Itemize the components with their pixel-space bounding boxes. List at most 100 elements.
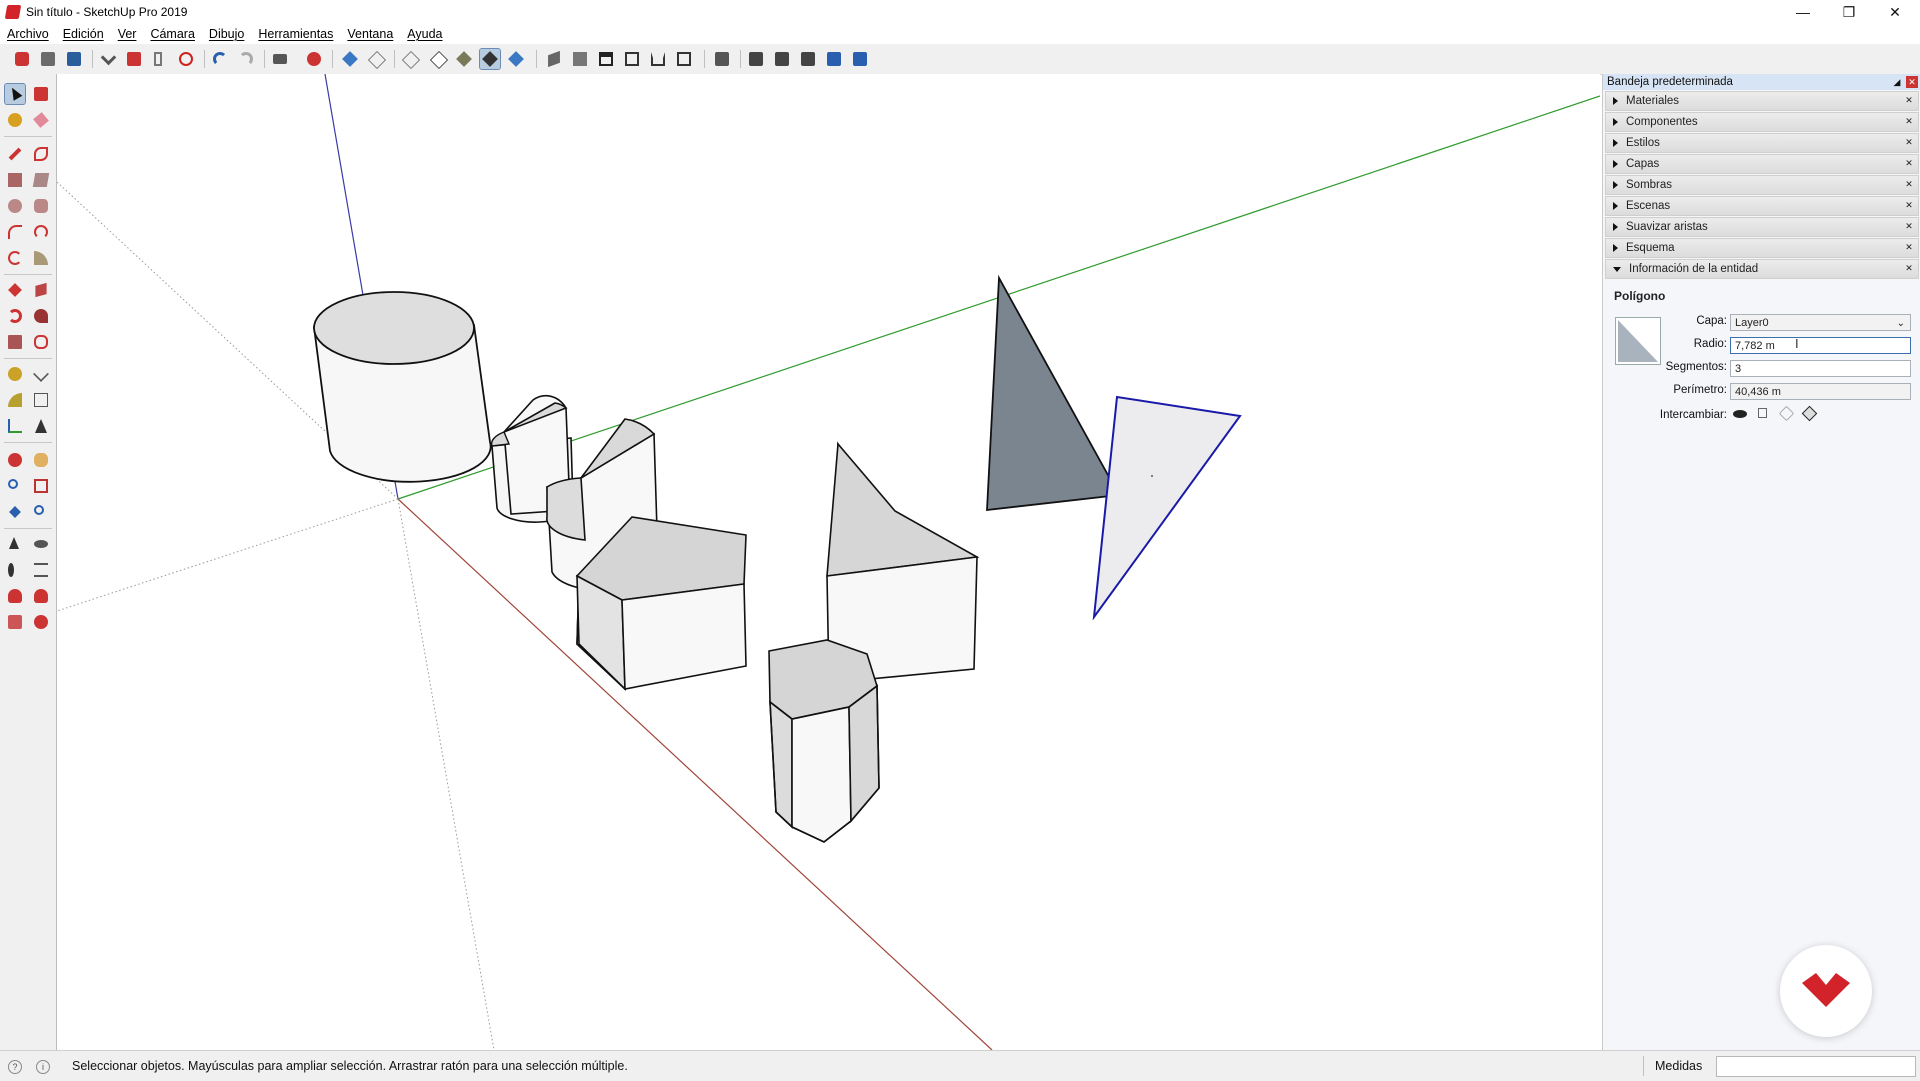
front-view-button[interactable] bbox=[596, 49, 616, 69]
shaded-button[interactable] bbox=[454, 49, 474, 69]
hidden-line-button[interactable] bbox=[428, 49, 449, 70]
send-to-layout-tool[interactable] bbox=[5, 612, 25, 632]
cast-shadows-icon[interactable] bbox=[1801, 405, 1818, 422]
info-icon[interactable]: i bbox=[36, 1060, 50, 1074]
menu-ventana[interactable]: Ventana bbox=[340, 27, 400, 41]
menu-ayuda[interactable]: Ayuda bbox=[400, 27, 449, 41]
warehouse-tool[interactable] bbox=[5, 586, 25, 606]
model-viewport[interactable] bbox=[57, 74, 1600, 1050]
panel-estilos[interactable]: Estilos ✕ bbox=[1605, 133, 1919, 153]
menu-ver[interactable]: Ver bbox=[111, 27, 144, 41]
iso-view-button[interactable] bbox=[544, 49, 564, 69]
tape-measure-tool[interactable] bbox=[5, 364, 25, 384]
right-view-button[interactable] bbox=[622, 49, 642, 69]
walk-tool[interactable] bbox=[5, 560, 25, 580]
panel-capas[interactable]: Capas ✕ bbox=[1605, 154, 1919, 174]
monochrome-button[interactable] bbox=[506, 49, 526, 69]
select-tool[interactable] bbox=[4, 83, 26, 105]
menu-camara[interactable]: Cámara bbox=[143, 27, 201, 41]
line-tool[interactable] bbox=[5, 144, 25, 164]
pie-tool[interactable] bbox=[31, 248, 51, 268]
top-view-button[interactable] bbox=[570, 49, 590, 69]
component-tool-2-button[interactable] bbox=[772, 49, 792, 69]
pan-tool[interactable] bbox=[31, 450, 51, 470]
panel-close-icon[interactable]: ✕ bbox=[1903, 262, 1915, 274]
measures-input[interactable] bbox=[1716, 1056, 1916, 1077]
protractor-tool[interactable] bbox=[5, 390, 25, 410]
panel-close-icon[interactable]: ✕ bbox=[1903, 241, 1915, 253]
component-tool-3-button[interactable] bbox=[798, 49, 818, 69]
capa-select[interactable]: Layer0 ⌄ bbox=[1730, 314, 1911, 331]
close-button[interactable]: ✕ bbox=[1872, 0, 1918, 24]
erase-button[interactable] bbox=[176, 49, 196, 69]
panel-esquema[interactable]: Esquema ✕ bbox=[1605, 238, 1919, 258]
rectangle-tool[interactable] bbox=[5, 170, 25, 190]
zoom-tool[interactable] bbox=[5, 476, 25, 496]
freehand-tool[interactable] bbox=[31, 144, 51, 164]
offset-tool[interactable] bbox=[31, 332, 51, 352]
shaded-textures-button[interactable] bbox=[479, 48, 501, 70]
tray-pin-button[interactable]: ◢ bbox=[1891, 76, 1903, 88]
undo-button[interactable] bbox=[210, 49, 230, 69]
panel-close-icon[interactable]: ✕ bbox=[1903, 220, 1915, 232]
panel-materiales[interactable]: Materiales ✕ bbox=[1605, 91, 1919, 111]
copy-button[interactable] bbox=[124, 49, 144, 69]
receive-shadows-icon[interactable] bbox=[1778, 405, 1795, 422]
panel-close-icon[interactable]: ✕ bbox=[1903, 94, 1915, 106]
component-tool-1-button[interactable] bbox=[746, 49, 766, 69]
panel-componentes[interactable]: Componentes ✕ bbox=[1605, 112, 1919, 132]
left-view-button[interactable] bbox=[674, 49, 694, 69]
panel-close-icon[interactable]: ✕ bbox=[1903, 115, 1915, 127]
lock-icon[interactable] bbox=[1758, 408, 1767, 418]
menu-edicion[interactable]: Edición bbox=[56, 27, 111, 41]
radio-input[interactable]: 7,782 m bbox=[1730, 337, 1911, 354]
segmentos-input[interactable]: 3 bbox=[1730, 360, 1911, 377]
eraser-tool[interactable] bbox=[31, 110, 51, 130]
panel-close-icon[interactable]: ✕ bbox=[1903, 199, 1915, 211]
section-plane-button[interactable] bbox=[712, 49, 732, 69]
minimize-button[interactable]: — bbox=[1780, 0, 1826, 24]
paint-bucket-tool[interactable] bbox=[5, 110, 25, 130]
new-file-button[interactable] bbox=[12, 49, 32, 69]
paste-button[interactable] bbox=[150, 49, 170, 69]
panel-close-icon[interactable]: ✕ bbox=[1903, 136, 1915, 148]
follow-me-tool[interactable] bbox=[31, 306, 51, 326]
polygon-tool[interactable] bbox=[31, 196, 51, 216]
extension-manager-tool[interactable] bbox=[31, 612, 51, 632]
component-tool-5-button[interactable] bbox=[850, 49, 870, 69]
panel-sombras[interactable]: Sombras ✕ bbox=[1605, 175, 1919, 195]
make-component-tool[interactable] bbox=[31, 84, 51, 104]
cylinder-large[interactable] bbox=[312, 291, 492, 483]
cut-button[interactable] bbox=[98, 49, 118, 69]
xray-style-button[interactable] bbox=[340, 49, 360, 69]
back-view-button[interactable] bbox=[648, 49, 668, 69]
panel-close-icon[interactable]: ✕ bbox=[1903, 157, 1915, 169]
visibility-eye-icon[interactable] bbox=[1733, 410, 1747, 418]
menu-herramientas[interactable]: Herramientas bbox=[251, 27, 340, 41]
scene-canvas[interactable] bbox=[57, 74, 1600, 1050]
wireframe-button[interactable] bbox=[400, 49, 421, 70]
3d-text-tool[interactable] bbox=[31, 416, 51, 436]
octagonal-prism[interactable] bbox=[768, 639, 880, 843]
zoom-extents-tool[interactable] bbox=[5, 502, 25, 522]
save-button[interactable] bbox=[64, 49, 84, 69]
circle-tool[interactable] bbox=[5, 196, 25, 216]
back-edges-button[interactable] bbox=[366, 49, 387, 70]
rotate-tool[interactable] bbox=[5, 306, 25, 326]
redo-button[interactable] bbox=[236, 49, 256, 69]
tray-close-button[interactable]: ✕ bbox=[1906, 76, 1918, 88]
geo-location-icon[interactable]: ? bbox=[8, 1060, 22, 1074]
previous-view-tool[interactable] bbox=[31, 502, 51, 522]
look-around-tool[interactable] bbox=[31, 534, 51, 554]
text-tool[interactable] bbox=[31, 390, 51, 410]
section-plane-tool[interactable] bbox=[31, 560, 51, 580]
axes-tool[interactable] bbox=[5, 416, 25, 436]
print-button[interactable] bbox=[270, 49, 290, 69]
triangle-face-dark[interactable] bbox=[986, 274, 1121, 512]
push-pull-tool[interactable] bbox=[31, 280, 51, 300]
panel-close-icon[interactable]: ✕ bbox=[1903, 178, 1915, 190]
arc-tool[interactable] bbox=[5, 222, 25, 242]
panel-suavizar-aristas[interactable]: Suavizar aristas ✕ bbox=[1605, 217, 1919, 237]
dimension-tool[interactable] bbox=[31, 364, 51, 384]
rotated-rectangle-tool[interactable] bbox=[31, 170, 51, 190]
